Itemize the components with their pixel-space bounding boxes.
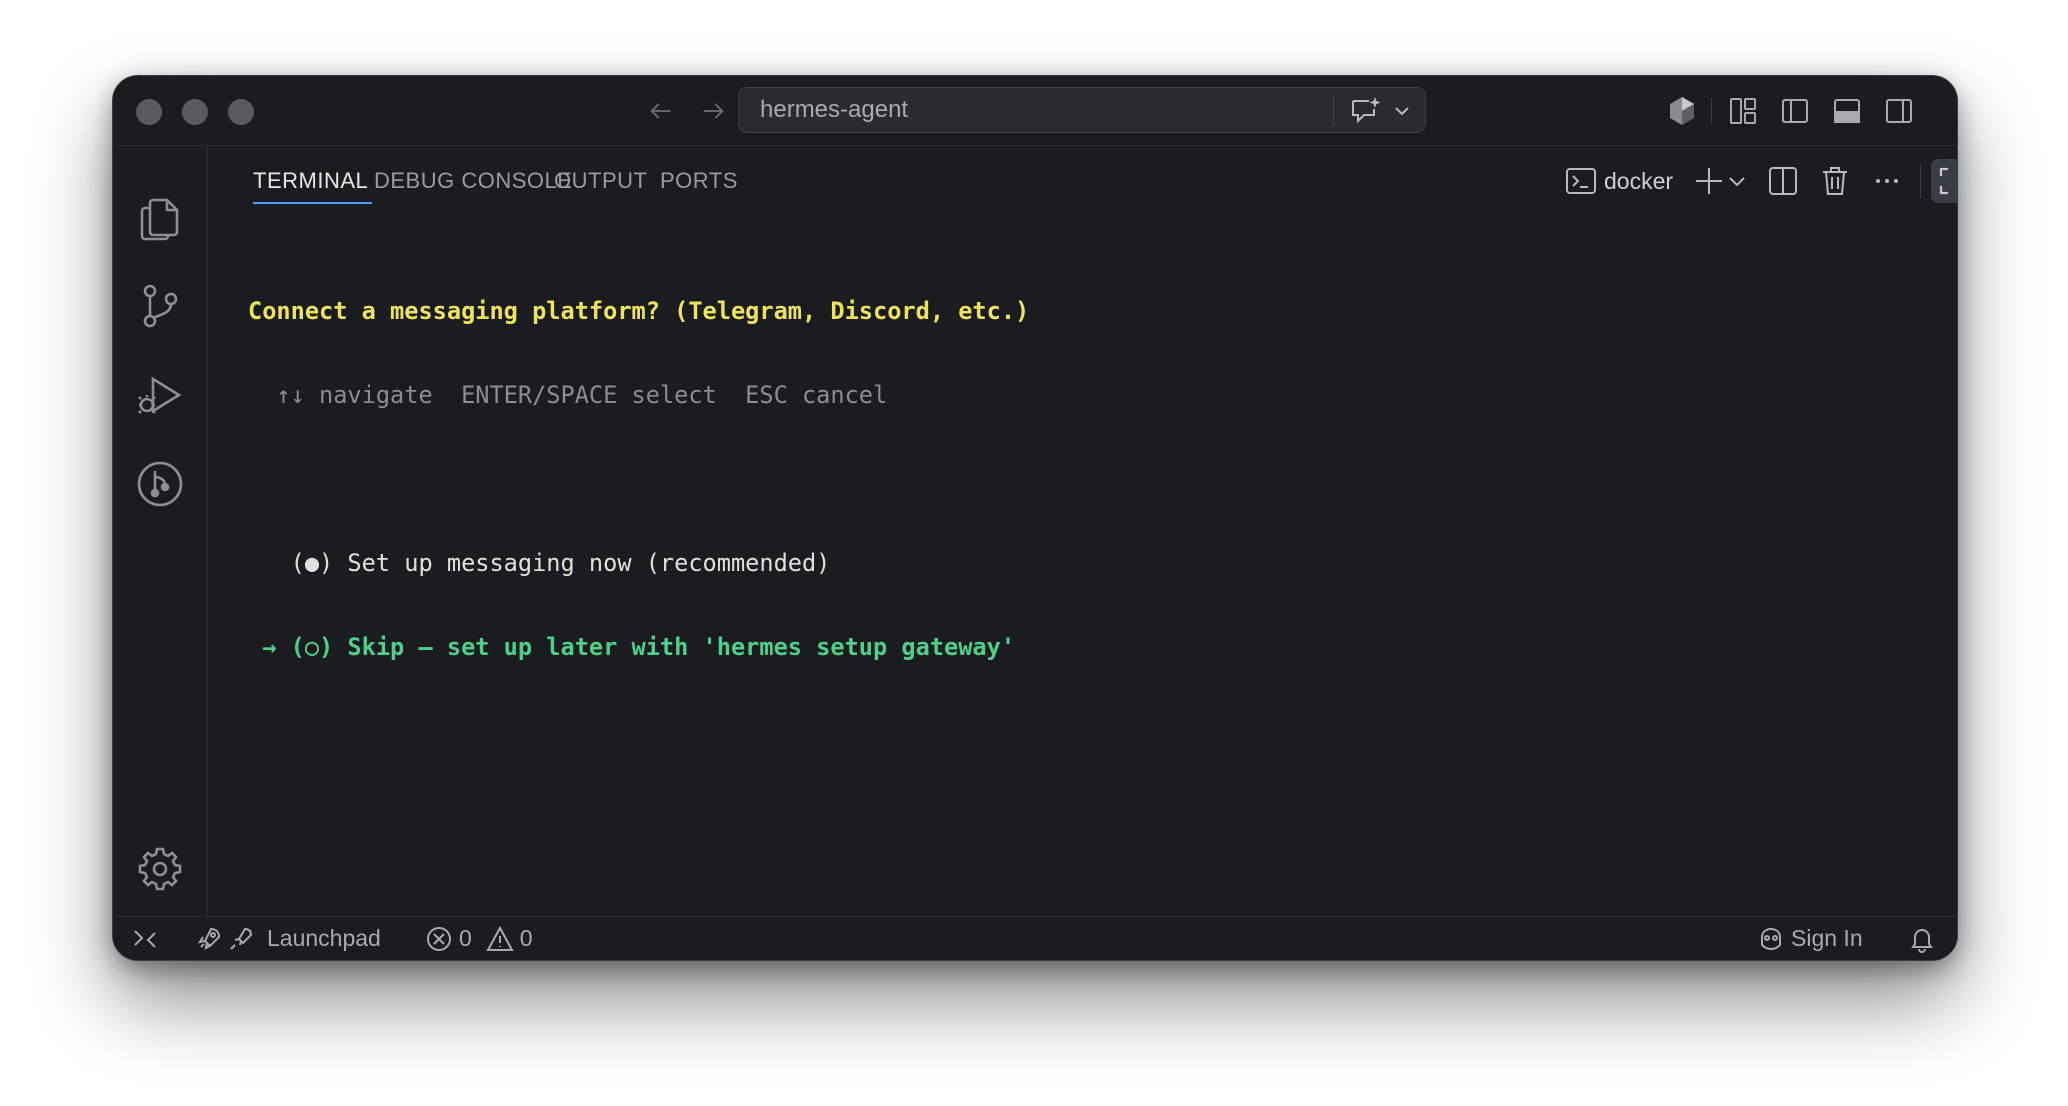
maximize-panel-button[interactable] bbox=[1931, 159, 1957, 203]
more-actions-ellipsis-icon[interactable] bbox=[1870, 164, 1904, 198]
minimize-window-button[interactable] bbox=[182, 99, 208, 125]
terminal-option-skip[interactable]: → (○) Skip — set up later with 'hermes s… bbox=[248, 633, 1957, 661]
sign-in-label: Sign In bbox=[1791, 925, 1863, 951]
panel-actions-separator bbox=[1920, 164, 1921, 198]
bell-icon bbox=[1911, 928, 1933, 953]
warning-count: 0 bbox=[519, 925, 533, 951]
split-terminal-icon[interactable] bbox=[1766, 164, 1800, 198]
title-bar: hermes-agent bbox=[113, 76, 1957, 146]
terminal-option-setup-now[interactable]: (●) Set up messaging now (recommended) bbox=[248, 549, 1957, 577]
close-window-button[interactable] bbox=[136, 99, 162, 125]
customize-layout-icon[interactable] bbox=[1727, 95, 1759, 127]
remote-connection-icon bbox=[134, 929, 156, 948]
launch-profile-chevron-icon[interactable] bbox=[1726, 164, 1748, 198]
terminal-profile-label[interactable]: docker bbox=[1604, 168, 1673, 195]
settings-gear-icon[interactable] bbox=[135, 844, 185, 894]
chat-sparkle-icon[interactable] bbox=[1349, 95, 1383, 127]
tab-terminal[interactable]: TERMINAL bbox=[253, 168, 373, 204]
arrow-left-icon bbox=[650, 103, 671, 119]
rocket-icon bbox=[197, 927, 221, 950]
back-button[interactable] bbox=[643, 93, 679, 129]
workspace-name: hermes-agent bbox=[760, 96, 909, 123]
command-center-divider bbox=[1333, 96, 1334, 126]
status-bar: Launchpad 0 0 Sign In bbox=[113, 916, 1957, 960]
maximize-icon bbox=[1939, 167, 1948, 195]
run-and-debug-icon[interactable] bbox=[135, 371, 185, 421]
chevron-down-icon[interactable] bbox=[1392, 101, 1412, 121]
source-control-icon[interactable] bbox=[135, 281, 185, 331]
launchpad-item[interactable]: Launchpad bbox=[195, 917, 381, 960]
launchpad-label: Launchpad bbox=[267, 925, 381, 951]
titlebar-separator bbox=[1711, 98, 1712, 124]
terminal-output[interactable]: Connect a messaging platform? (Telegram,… bbox=[248, 241, 1957, 717]
toggle-panel-icon[interactable] bbox=[1831, 95, 1863, 127]
git-graph-icon[interactable] bbox=[135, 459, 185, 509]
tab-output[interactable]: OUTPUT bbox=[554, 168, 647, 194]
panel-tabs: TERMINAL DEBUG CONSOLE OUTPUT PORTS dock… bbox=[208, 146, 1957, 210]
explorer-files-icon[interactable] bbox=[135, 194, 185, 244]
warning-triangle-icon bbox=[486, 925, 514, 951]
error-circle-icon bbox=[427, 926, 451, 951]
sign-in-item[interactable]: Sign In bbox=[1757, 917, 1863, 960]
tab-ports[interactable]: PORTS bbox=[660, 168, 738, 194]
remote-indicator[interactable] bbox=[131, 917, 159, 960]
editor-window: hermes-agent TERMINAL DEBUG CONSOLE OUTP… bbox=[112, 75, 1958, 961]
command-center-search[interactable]: hermes-agent bbox=[738, 87, 1426, 133]
rocket-outline-icon bbox=[230, 927, 253, 950]
new-terminal-plus-icon[interactable] bbox=[1692, 164, 1726, 198]
forward-button[interactable] bbox=[695, 93, 731, 129]
notifications-item[interactable] bbox=[1908, 917, 1936, 960]
terminal-line-prompt: Connect a messaging platform? (Telegram,… bbox=[248, 297, 1030, 325]
bottom-panel: TERMINAL DEBUG CONSOLE OUTPUT PORTS dock… bbox=[208, 146, 1957, 916]
tab-debug-console[interactable]: DEBUG CONSOLE bbox=[374, 168, 572, 194]
copilot-cube-icon[interactable] bbox=[1666, 95, 1698, 127]
terminal-profile-icon[interactable] bbox=[1564, 164, 1598, 198]
zoom-window-button[interactable] bbox=[228, 99, 254, 125]
problems-item[interactable]: 0 0 bbox=[425, 917, 533, 960]
error-count: 0 bbox=[459, 925, 472, 951]
toggle-secondary-sidebar-icon[interactable] bbox=[1883, 95, 1915, 127]
terminal-line-hint: ↑↓ navigate ENTER/SPACE select ESC cance… bbox=[248, 381, 888, 409]
kill-terminal-trash-icon[interactable] bbox=[1818, 164, 1852, 198]
copilot-icon bbox=[1761, 927, 1781, 950]
toggle-primary-sidebar-icon[interactable] bbox=[1779, 95, 1811, 127]
activity-bar bbox=[113, 146, 208, 916]
arrow-right-icon bbox=[703, 103, 724, 119]
